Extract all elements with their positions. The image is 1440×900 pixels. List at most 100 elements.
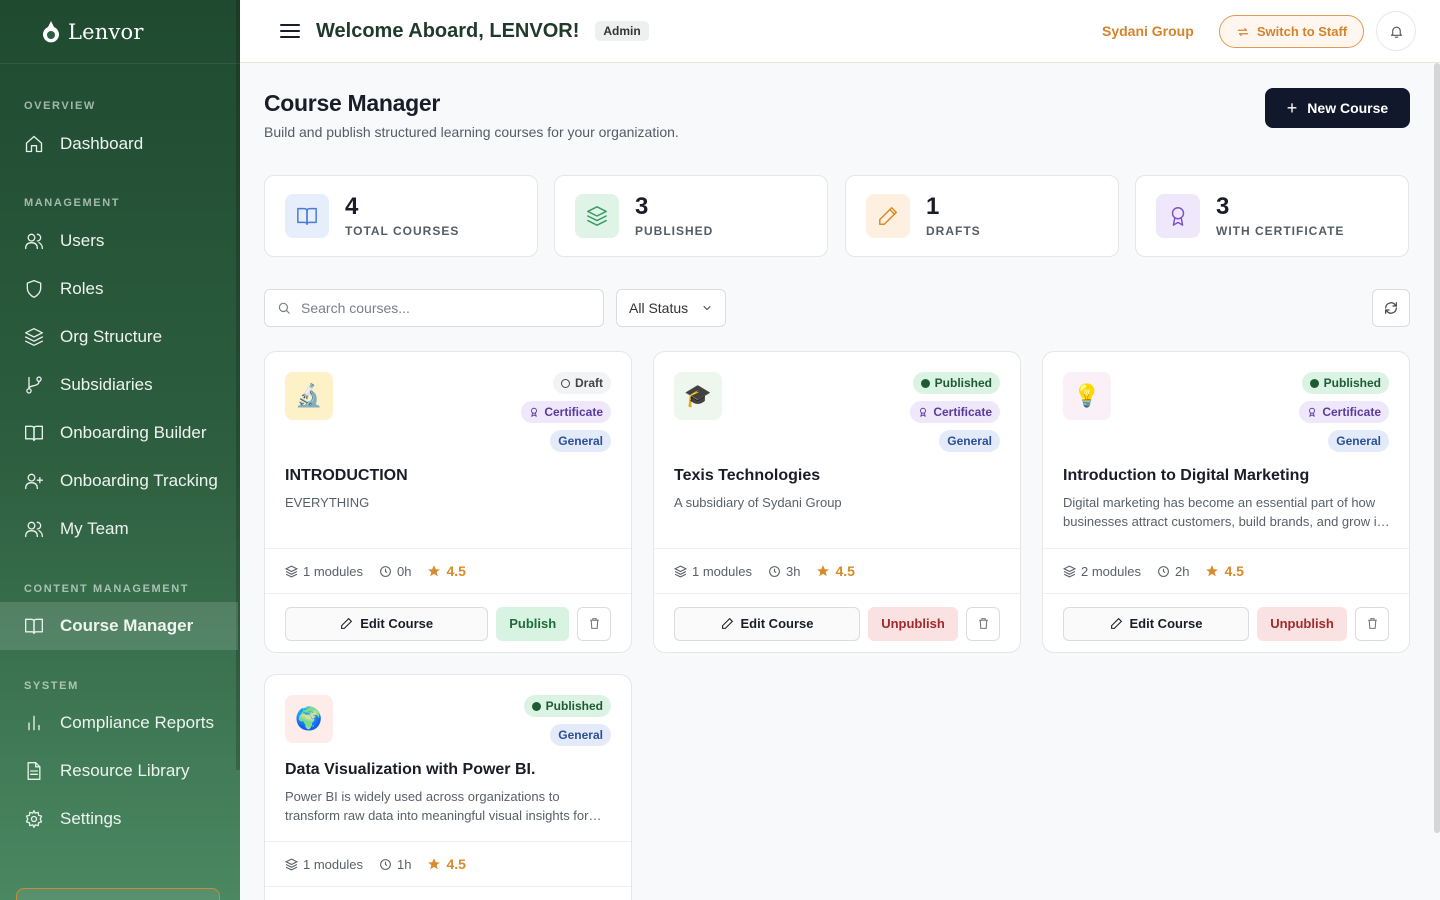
- certificate-badge: Certificate: [910, 401, 1000, 423]
- sidebar-item-dashboard[interactable]: Dashboard: [0, 120, 240, 168]
- menu-icon[interactable]: [278, 19, 302, 43]
- sidebar-item-onboarding-tracking[interactable]: Onboarding Tracking: [0, 457, 240, 505]
- sidebar-bottom-button[interactable]: [16, 888, 220, 900]
- stat-label: WITH CERTIFICATE: [1216, 224, 1345, 238]
- users-icon: [25, 233, 43, 250]
- modules-count-label: 2 modules: [1081, 563, 1141, 579]
- book-icon: [25, 425, 43, 442]
- course-meta: 2 modules 2h 4.5: [1043, 549, 1409, 594]
- modules-count: 1 modules: [285, 857, 363, 872]
- stat-label: DRAFTS: [926, 224, 981, 238]
- edit-course-button[interactable]: Edit Course: [285, 606, 489, 641]
- organization-name[interactable]: Sydani Group: [1102, 23, 1194, 39]
- edit-course-label: Edit Course: [360, 616, 434, 631]
- award-icon: [1171, 207, 1185, 226]
- clock-icon: [769, 565, 780, 577]
- course-description: Digital marketing has become an essentia…: [1063, 495, 1384, 529]
- stat-icon-wrapper: [285, 194, 329, 238]
- course-badges: Published General: [523, 695, 611, 746]
- sidebar-item-roles[interactable]: Roles: [0, 265, 240, 313]
- layers-icon: [285, 857, 298, 871]
- refresh-button[interactable]: [1372, 289, 1410, 327]
- course-meta: 1 modules 0h 4.5: [265, 549, 631, 594]
- layers-icon: [1063, 564, 1076, 578]
- delete-button[interactable]: [1355, 606, 1389, 641]
- rating-value: 4.5: [1224, 563, 1244, 579]
- home-icon: [25, 135, 43, 153]
- sidebar-item-users[interactable]: Users: [0, 217, 240, 265]
- sidebar-item-label: Onboarding Tracking: [60, 471, 218, 490]
- edit-course-button[interactable]: Edit Course: [674, 606, 860, 641]
- sidebar-item-label: Settings: [60, 809, 122, 828]
- sidebar-item-label: Resource Library: [60, 761, 190, 780]
- switch-to-staff-button[interactable]: Switch to Staff: [1219, 15, 1364, 48]
- category-badge: General: [550, 430, 611, 452]
- section-label-system: SYSTEM: [24, 680, 79, 692]
- notifications-button[interactable]: [1376, 11, 1416, 51]
- gear-icon: [25, 810, 43, 828]
- stat-value: 3: [1216, 193, 1230, 220]
- course-card-header: 🌍 Published General Data Visualization w…: [265, 675, 631, 842]
- stat-icon-wrapper: [866, 194, 910, 238]
- publish-button[interactable]: Publish: [496, 606, 570, 641]
- search-input[interactable]: [301, 300, 581, 316]
- sidebar-item-org-structure[interactable]: Org Structure: [0, 313, 240, 361]
- sidebar-item-course-manager[interactable]: Course Manager: [0, 602, 238, 650]
- star-icon: [428, 565, 441, 577]
- clock-icon: [380, 565, 391, 577]
- course-title[interactable]: Data Visualization with Power BI.: [285, 761, 535, 779]
- delete-button[interactable]: [577, 606, 611, 641]
- sidebar-item-resource-library[interactable]: Resource Library: [0, 747, 240, 795]
- course-actions: Edit Course Unpublish: [1043, 594, 1409, 652]
- lenvor-logo-icon: [43, 20, 59, 42]
- modules-count-label: 1 modules: [692, 563, 752, 579]
- delete-button[interactable]: [966, 606, 1000, 641]
- course-card-header: 💡 Published Certificate General Introduc…: [1043, 352, 1409, 549]
- unpublish-button[interactable]: Unpublish: [1257, 606, 1347, 641]
- course-title[interactable]: Texis Technologies: [674, 467, 820, 485]
- plus-icon: +: [1286, 97, 1298, 118]
- main-scrollbar[interactable]: [1434, 63, 1440, 833]
- unpublish-button[interactable]: Unpublish: [868, 606, 958, 641]
- duration: 0h: [379, 564, 411, 579]
- modules-count: 1 modules: [285, 564, 363, 579]
- brand[interactable]: Lenvor: [0, 0, 240, 64]
- section-label-content-management: CONTENT MANAGEMENT: [24, 583, 190, 595]
- status-filter-select[interactable]: All Status: [616, 289, 726, 327]
- edit-course-label: Edit Course: [1129, 616, 1203, 631]
- sidebar-item-subsidiaries[interactable]: Subsidiaries: [0, 361, 240, 409]
- file-icon: [27, 762, 41, 780]
- sidebar-item-my-team[interactable]: My Team: [0, 505, 240, 553]
- sidebar-item-onboarding-builder[interactable]: Onboarding Builder: [0, 409, 240, 457]
- course-title[interactable]: INTRODUCTION: [285, 467, 408, 485]
- sidebar-item-compliance-reports[interactable]: Compliance Reports: [0, 699, 240, 747]
- sidebar-item-settings[interactable]: Settings: [0, 795, 240, 843]
- status-badge: Published: [912, 372, 1000, 394]
- pencil-icon: [721, 617, 733, 629]
- search-box[interactable]: [264, 289, 604, 327]
- stat-value: 4: [345, 193, 359, 220]
- page-title: Course Manager: [264, 90, 441, 116]
- course-description: EVERYTHING: [285, 495, 370, 510]
- sidebar: Lenvor OVERVIEW Dashboard MANAGEMENT Use…: [0, 0, 240, 900]
- course-title[interactable]: Introduction to Digital Marketing: [1063, 467, 1309, 485]
- course-meta: 1 modules 1h 4.5: [265, 842, 631, 887]
- modules-count-label: 1 modules: [303, 856, 363, 872]
- course-badges: Published Certificate General: [1299, 372, 1389, 452]
- award-icon: [531, 407, 538, 417]
- sidebar-item-label: Roles: [60, 279, 104, 298]
- new-course-button[interactable]: + New Course: [1265, 88, 1410, 128]
- book-open-icon: [25, 618, 43, 635]
- sidebar-item-label: Subsidiaries: [60, 375, 153, 394]
- course-card-header: 🔬 Draft Certificate General INTRODUCTION…: [265, 352, 631, 549]
- course-card: 🎓 Published Certificate General Texis Te…: [653, 351, 1021, 653]
- duration: 2h: [1157, 564, 1189, 579]
- course-description: Power BI is widely used across organizat…: [285, 789, 589, 823]
- category-badge: General: [550, 724, 611, 746]
- stat-card-total-courses: 4 TOTAL COURSES: [264, 175, 538, 257]
- edit-course-button[interactable]: Edit Course: [1063, 606, 1249, 641]
- sidebar-item-label: Org Structure: [60, 327, 163, 346]
- course-card: 🌍 Published General Data Visualization w…: [264, 674, 632, 900]
- switch-to-staff-label: Switch to Staff: [1256, 24, 1348, 39]
- section-label-overview: OVERVIEW: [24, 100, 96, 112]
